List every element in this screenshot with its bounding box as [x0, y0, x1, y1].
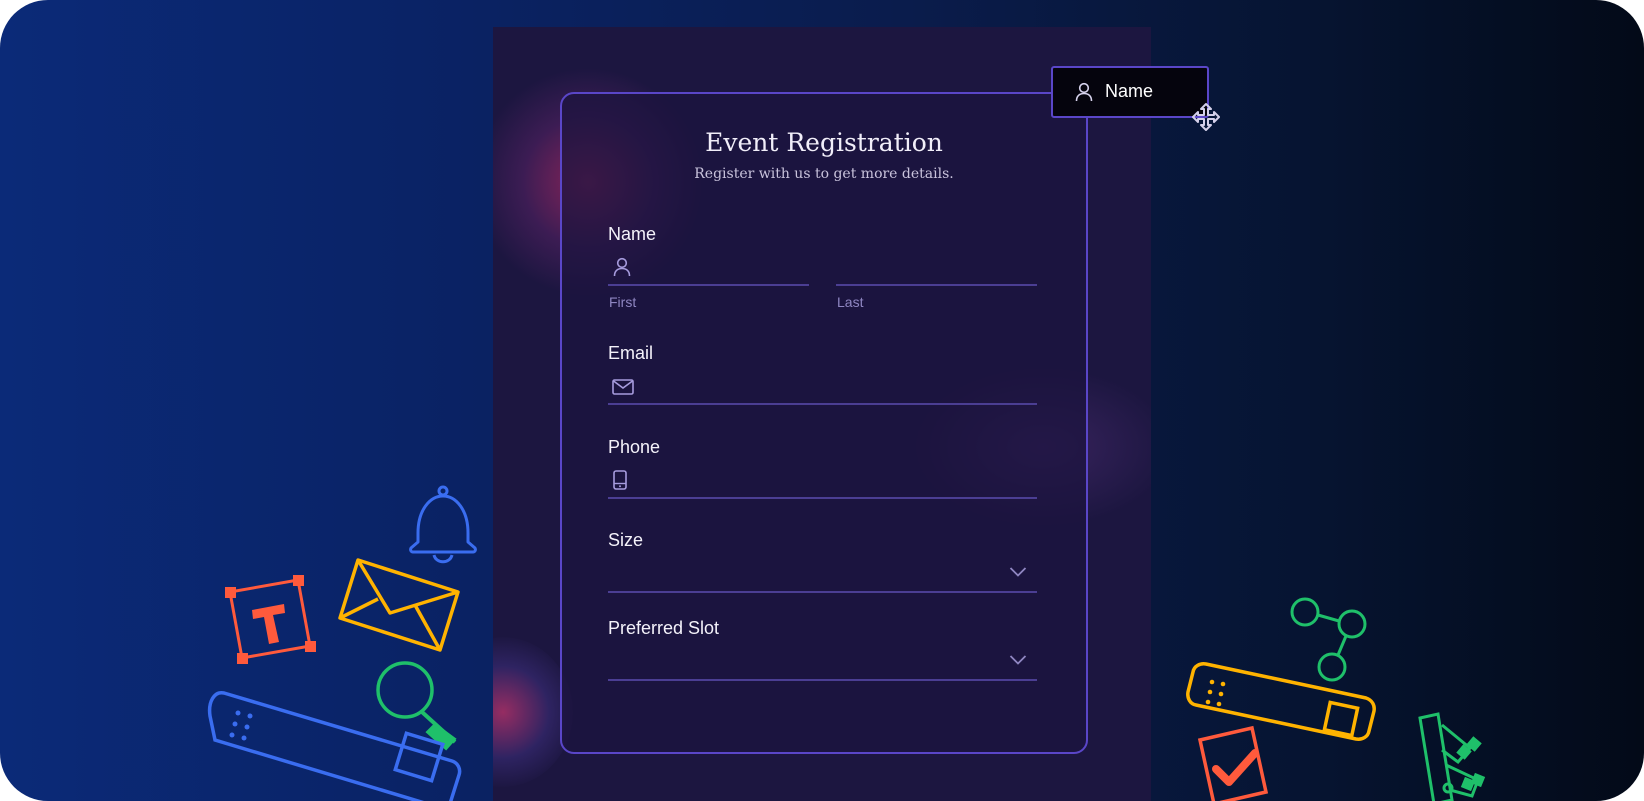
- size-dropdown[interactable]: [608, 558, 1037, 588]
- preferred-slot-dropdown[interactable]: [608, 646, 1037, 676]
- bell-icon: [409, 485, 477, 564]
- checkbox-icon: [1197, 725, 1269, 801]
- envelope-icon: [338, 558, 460, 652]
- size-underline: [608, 591, 1037, 593]
- phone-underline: [608, 497, 1037, 499]
- chevron-down-icon: [1009, 567, 1027, 577]
- preferred-slot-underline: [608, 679, 1037, 681]
- email-input[interactable]: [642, 373, 1037, 399]
- phone-icon: [613, 470, 627, 490]
- input-field-icon: [1186, 662, 1376, 741]
- last-name-underline: [836, 284, 1037, 286]
- decor-left-icons: [207, 485, 477, 801]
- user-icon: [613, 257, 631, 277]
- first-name-sublabel: First: [609, 294, 637, 310]
- form-subtitle: Register with us to get more details.: [694, 166, 954, 182]
- email-underline: [608, 403, 1037, 405]
- phone-input[interactable]: [638, 467, 1037, 493]
- first-name-input[interactable]: [638, 254, 758, 280]
- share-nodes-icon: [1290, 597, 1367, 682]
- decor-right-icons: [1186, 597, 1486, 801]
- form-title: Event Registration: [705, 128, 943, 157]
- drag-chip-label: Name: [1105, 81, 1154, 101]
- last-name-input[interactable]: [836, 254, 1036, 280]
- text-tool-icon: [225, 575, 316, 664]
- registration-form-card: Event Registration Register with us to g…: [560, 92, 1088, 754]
- color-swatch-icon: [1418, 712, 1486, 801]
- mail-icon: [612, 379, 634, 395]
- name-label: Name: [608, 224, 657, 244]
- name-field-drag-chip[interactable]: Name: [1051, 66, 1209, 118]
- user-icon: [1075, 82, 1093, 102]
- last-name-sublabel: Last: [837, 294, 864, 310]
- chevron-down-icon: [1009, 655, 1027, 665]
- size-label: Size: [608, 530, 644, 550]
- email-label: Email: [608, 343, 654, 363]
- preferred-slot-label: Preferred Slot: [608, 618, 720, 638]
- move-cursor-icon: [1192, 103, 1220, 131]
- phone-label: Phone: [608, 437, 661, 457]
- first-name-underline: [608, 284, 809, 286]
